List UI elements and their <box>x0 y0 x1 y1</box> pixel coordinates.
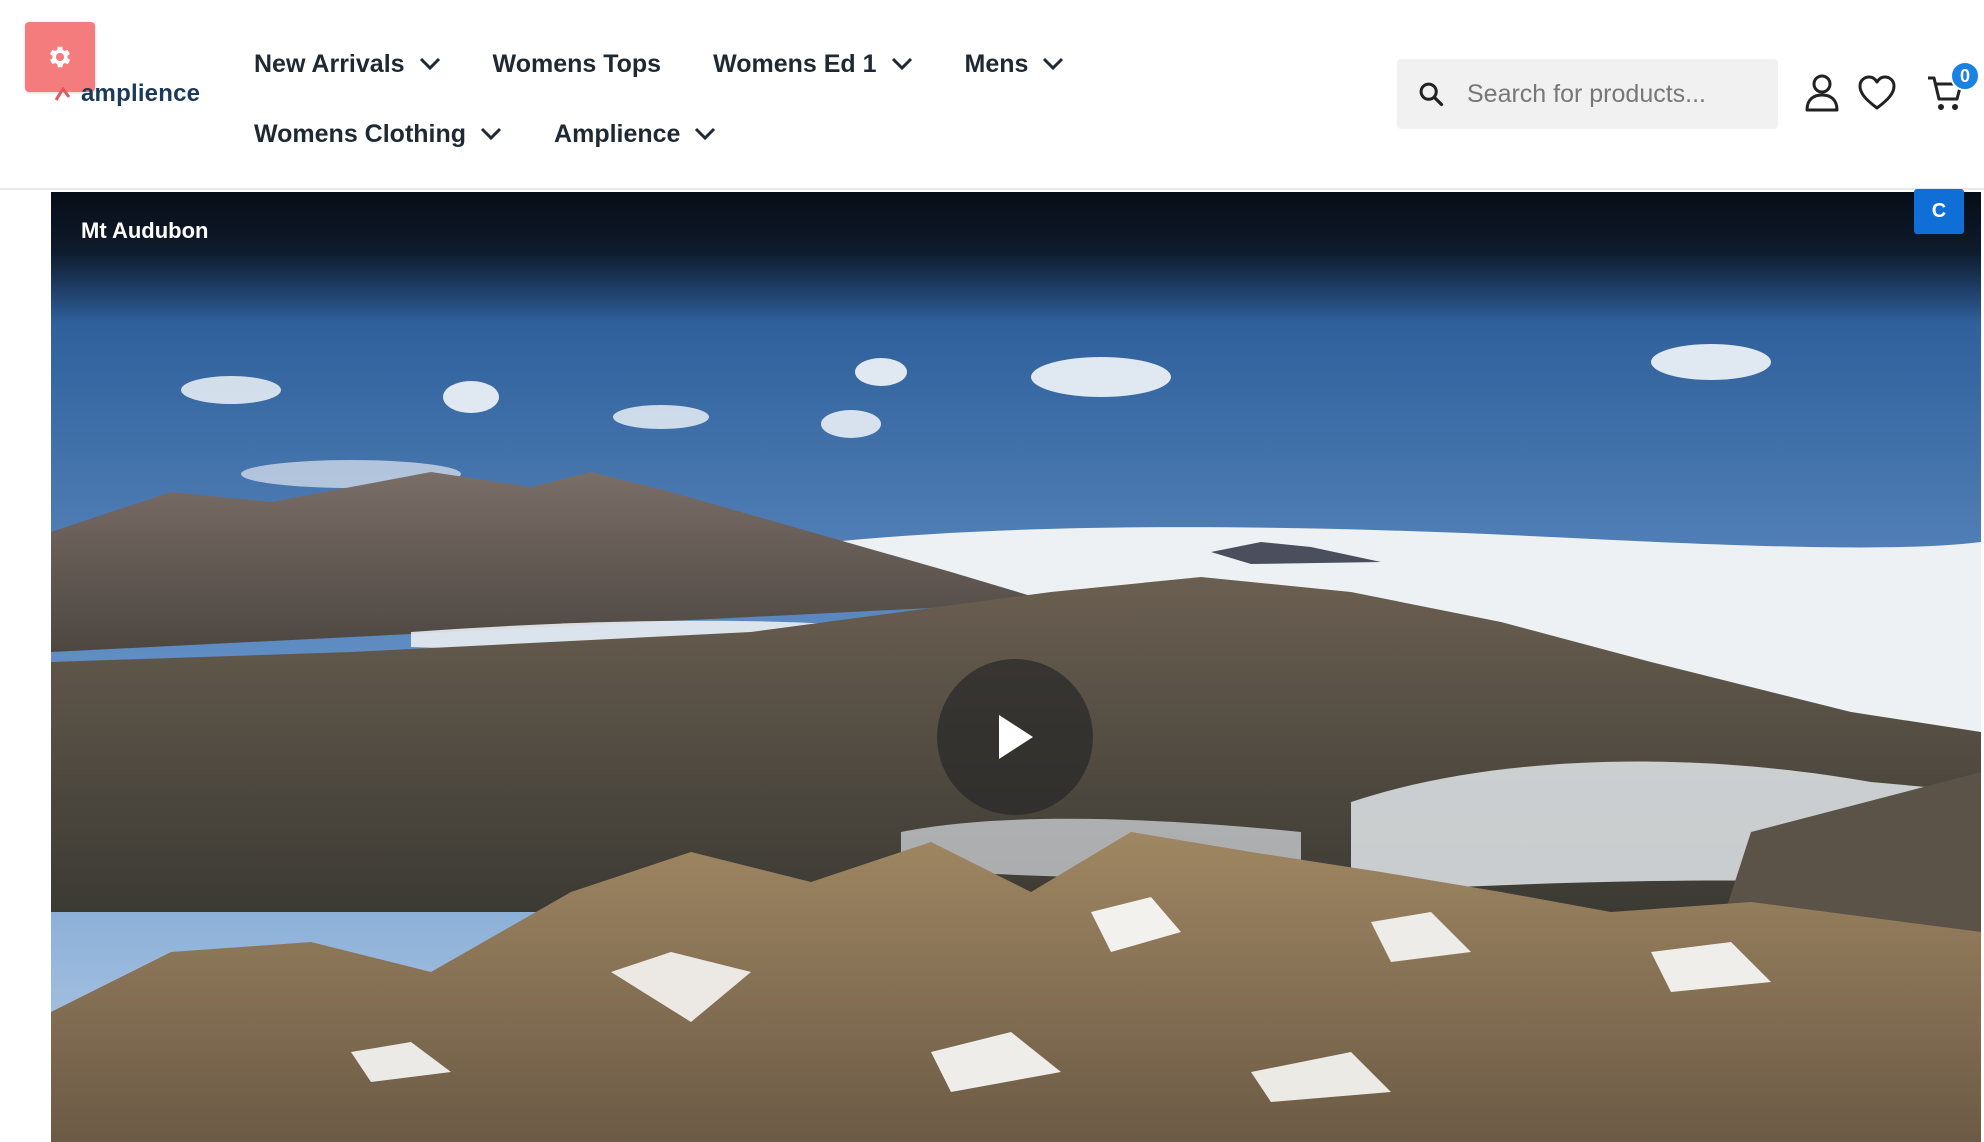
logo-text: amplience <box>81 80 201 107</box>
overlay-c-badge[interactable]: C <box>1914 189 1964 234</box>
main-nav: New Arrivals Womens Tops Womens Ed 1 Men… <box>254 40 1116 180</box>
chevron-down-icon <box>891 57 912 71</box>
chevron-down-icon <box>419 57 440 71</box>
nav-item-womens-clothing[interactable]: Womens Clothing <box>254 120 502 149</box>
nav-row-1: New Arrivals Womens Tops Womens Ed 1 Men… <box>254 40 1116 88</box>
user-icon <box>1805 74 1839 112</box>
search-bar[interactable] <box>1397 59 1778 129</box>
play-button[interactable] <box>937 659 1093 815</box>
nav-item-new-arrivals[interactable]: New Arrivals <box>254 50 441 79</box>
nav-item-label: Amplience <box>554 119 681 148</box>
account-button[interactable] <box>1803 72 1841 114</box>
play-icon <box>999 715 1033 759</box>
chevron-down-icon <box>1043 57 1064 71</box>
nav-row-2: Womens Clothing Amplience <box>254 110 1116 158</box>
nav-item-label: Womens Ed 1 <box>713 49 877 78</box>
heart-icon <box>1858 75 1896 110</box>
nav-item-label: Mens <box>964 49 1029 78</box>
video-top-overlay <box>51 192 1981 322</box>
chevron-down-icon <box>480 127 502 141</box>
video-player[interactable]: Mt Audubon <box>51 192 1981 1142</box>
nav-item-mens[interactable]: Mens <box>965 50 1065 79</box>
nav-item-label: New Arrivals <box>254 49 405 78</box>
cart-count-badge: 0 <box>1950 61 1980 91</box>
nav-item-womens-tops[interactable]: Womens Tops <box>493 50 662 79</box>
chevron-down-icon <box>695 127 716 141</box>
site-header: amplience New Arrivals Womens Tops Women… <box>0 0 1984 190</box>
logo-mark-icon <box>55 87 71 101</box>
nav-item-label: Womens Tops <box>492 49 662 78</box>
nav-item-womens-ed-1[interactable]: Womens Ed 1 <box>713 50 912 79</box>
brand-logo[interactable]: amplience <box>55 80 200 108</box>
nav-item-label: Womens Clothing <box>254 119 467 148</box>
search-input[interactable] <box>1467 79 1757 109</box>
nav-item-amplience[interactable]: Amplience <box>554 120 716 149</box>
gear-icon <box>49 46 71 68</box>
video-title: Mt Audubon <box>81 218 209 243</box>
wishlist-button[interactable] <box>1857 72 1897 114</box>
search-icon[interactable] <box>1417 80 1445 108</box>
